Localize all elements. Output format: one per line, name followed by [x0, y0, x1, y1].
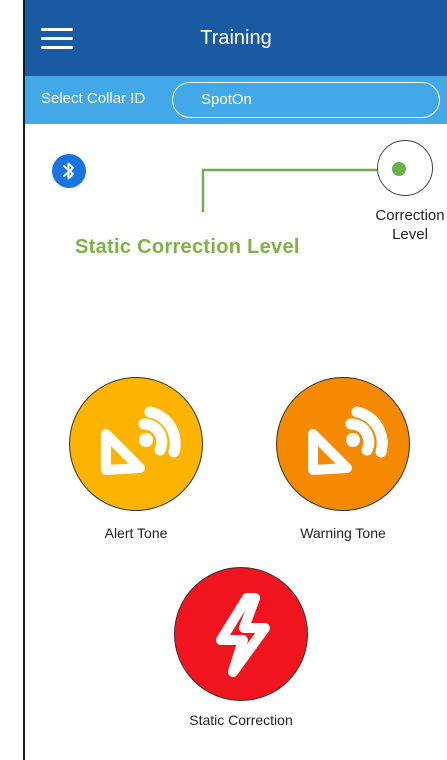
- bluetooth-icon[interactable]: [52, 154, 86, 188]
- collar-id-label: Select Collar ID: [41, 90, 146, 107]
- collar-id-field[interactable]: SpotOn: [172, 82, 440, 118]
- static-correction-button[interactable]: [174, 567, 308, 701]
- correction-level-label-line1: Correction: [375, 207, 445, 224]
- correction-level-control[interactable]: [377, 140, 433, 196]
- tone-icon: [308, 406, 388, 475]
- alert-tone-label: Alert Tone: [104, 525, 168, 541]
- static-correction-label: Static Correction: [189, 712, 293, 728]
- correction-level-label: Correction Level: [365, 206, 447, 244]
- alert-tone-button[interactable]: [69, 377, 203, 511]
- lightning-bolt-icon: [216, 593, 270, 677]
- level-indicator-dot: [392, 162, 406, 176]
- correction-level-label-line2: Level: [392, 226, 428, 243]
- mode-title: Static Correction Level: [75, 236, 300, 258]
- warning-tone-label: Warning Tone: [300, 525, 386, 541]
- training-screen: Training Select Collar ID SpotOn Correct…: [25, 0, 447, 760]
- page-title: Training: [200, 27, 272, 49]
- top-nav-bar: Training: [25, 0, 447, 76]
- screen-left-edge: [0, 0, 25, 760]
- warning-tone-button[interactable]: [276, 377, 410, 511]
- collar-selector-bar: Select Collar ID SpotOn: [25, 76, 447, 124]
- tone-icon: [101, 406, 181, 475]
